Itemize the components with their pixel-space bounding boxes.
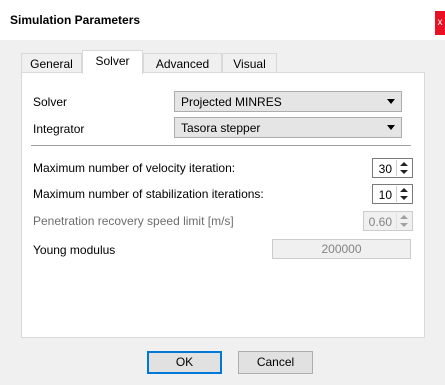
solver-tab-panel: Solver Projected MINRES Integrator Tasor… [21, 72, 425, 338]
velocity-iterations-value: 30 [378, 162, 392, 176]
spin-buttons [396, 213, 411, 229]
spin-down-icon[interactable] [400, 196, 408, 200]
chevron-down-icon [387, 99, 395, 104]
spin-buttons[interactable] [396, 186, 411, 202]
penetration-speed-spinbox: 0.60 [363, 211, 413, 231]
young-modulus-field: 200000 [272, 239, 411, 259]
window-title: Simulation Parameters [10, 13, 141, 27]
title-bar: Simulation Parameters x [0, 0, 445, 40]
spin-up-icon [400, 215, 408, 219]
spin-up-icon[interactable] [400, 162, 408, 166]
stabilization-iterations-value: 10 [378, 188, 392, 202]
velocity-iterations-label: Maximum number of velocity iteration: [33, 161, 236, 175]
chevron-down-icon [387, 125, 395, 130]
velocity-iterations-spinbox[interactable]: 30 [372, 158, 413, 178]
spin-up-icon[interactable] [400, 188, 408, 192]
penetration-speed-label: Penetration recovery speed limit [m/s] [33, 214, 234, 228]
separator [31, 145, 411, 146]
tab-advanced[interactable]: Advanced [143, 53, 222, 73]
spin-down-icon[interactable] [400, 170, 408, 174]
young-modulus-label: Young modulus [33, 243, 116, 257]
tab-general[interactable]: General [21, 53, 82, 73]
simulation-parameters-dialog: Simulation Parameters x General Solver A… [0, 0, 445, 385]
stabilization-iterations-label: Maximum number of stabilization iteratio… [33, 187, 264, 201]
spin-down-icon [400, 223, 408, 227]
integrator-dropdown-value: Tasora stepper [181, 121, 261, 135]
integrator-dropdown[interactable]: Tasora stepper [174, 117, 402, 138]
tab-visual[interactable]: Visual [222, 53, 277, 73]
cancel-button[interactable]: Cancel [238, 351, 313, 374]
penetration-speed-value: 0.60 [368, 215, 392, 229]
spin-buttons[interactable] [396, 160, 411, 176]
close-button[interactable]: x [435, 11, 445, 35]
ok-button[interactable]: OK [147, 351, 222, 374]
solver-label: Solver [33, 95, 68, 109]
solver-dropdown-value: Projected MINRES [181, 95, 282, 109]
integrator-label: Integrator [33, 122, 85, 136]
stabilization-iterations-spinbox[interactable]: 10 [372, 184, 413, 204]
solver-dropdown[interactable]: Projected MINRES [174, 91, 402, 112]
close-icon: x [437, 17, 443, 28]
tab-solver[interactable]: Solver [82, 50, 143, 74]
